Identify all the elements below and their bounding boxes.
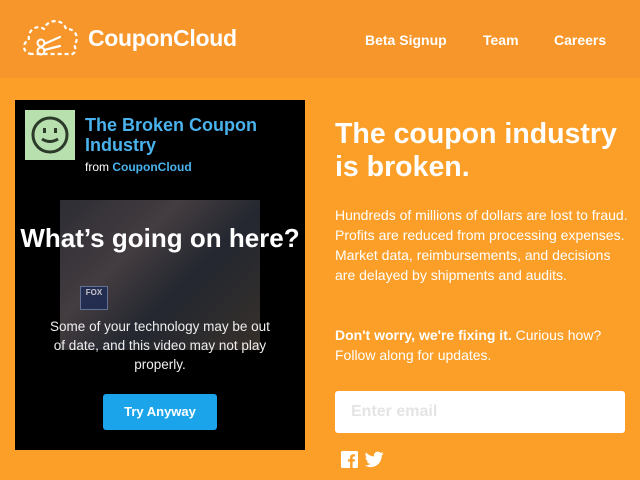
video-thumbnail[interactable] [25, 110, 75, 160]
cta-paragraph: Don't worry, we're fixing it. Curious ho… [335, 325, 630, 365]
nav-beta-signup[interactable]: Beta Signup [365, 32, 447, 48]
channel-badge-text: FOX [85, 288, 103, 297]
brand-name: CouponCloud [88, 25, 237, 51]
nav-careers[interactable]: Careers [554, 32, 606, 48]
video-title[interactable]: The Broken Coupon Industry [85, 115, 295, 155]
smiley-face-icon [31, 116, 69, 154]
video-from-brand[interactable]: CouponCloud [112, 160, 191, 174]
channel-badge: FOX [80, 286, 108, 310]
twitter-icon[interactable] [365, 451, 384, 468]
logo[interactable]: CouponCloud [20, 12, 270, 62]
email-input[interactable] [335, 391, 625, 433]
cloud-scissors-icon [22, 20, 78, 56]
page-headline: The coupon industry is broken. [335, 118, 617, 183]
cta-paragraph-bold: Don't worry, we're fixing it. [335, 327, 512, 343]
video-from-label: from [85, 160, 109, 174]
site-header: CouponCloud Beta Signup Team Careers [0, 0, 640, 78]
video-warning-message: Some of your technology may be out of da… [50, 319, 270, 372]
video-warning-heading: What’s going on here? [20, 223, 300, 253]
nav-team[interactable]: Team [483, 32, 519, 48]
video-byline: from CouponCloud [85, 160, 192, 174]
video-player[interactable]: FOX The Broken Coupon Industry from Coup… [15, 100, 305, 450]
intro-paragraph: Hundreds of millions of dollars are lost… [335, 207, 628, 283]
facebook-icon[interactable] [341, 451, 358, 468]
try-anyway-button[interactable]: Try Anyway [103, 394, 217, 430]
